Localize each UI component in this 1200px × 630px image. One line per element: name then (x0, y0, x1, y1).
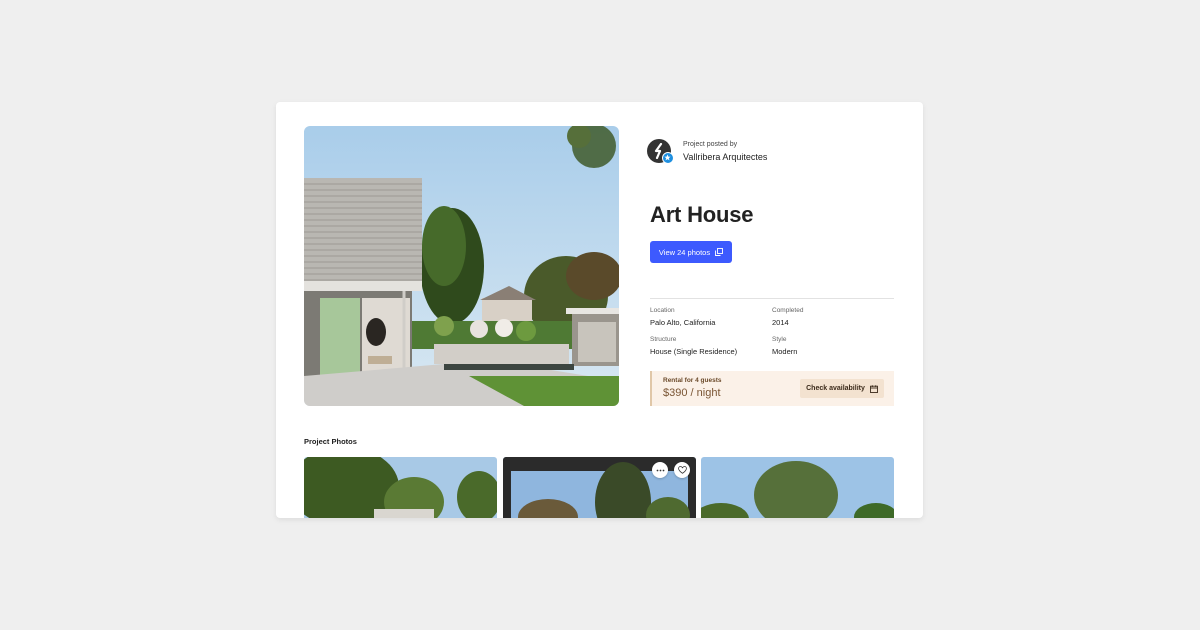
detail-style: Style Modern (772, 336, 797, 356)
price-value: $390 (663, 387, 688, 399)
poster-name[interactable]: Vallribera Arquitectes (683, 152, 767, 162)
detail-structure: Structure House (Single Residence) (650, 336, 737, 356)
view-photos-label: View 24 photos (658, 247, 711, 257)
heart-icon (677, 466, 687, 474)
check-availability-label: Check availability (806, 385, 865, 392)
price-unit: / night (690, 387, 721, 399)
avatar[interactable] (647, 139, 674, 164)
calendar-icon (869, 384, 878, 393)
detail-value: House (Single Residence) (650, 347, 738, 356)
detail-key: Structure (650, 336, 677, 343)
divider (650, 298, 894, 299)
detail-value: Palo Alto, California (650, 318, 716, 327)
project-card: Project posted by Vallribera Arquitectes… (276, 102, 923, 518)
detail-location: Location Palo Alto, California (650, 307, 715, 327)
save-photo-button[interactable] (674, 462, 690, 478)
rental-price: $390 / night (663, 387, 721, 399)
detail-completed: Completed 2014 (772, 307, 803, 327)
poster[interactable]: Project posted by Vallribera Arquitectes (647, 139, 907, 165)
detail-value: 2014 (772, 318, 789, 327)
rental-label: Rental for 4 guests (663, 377, 722, 384)
view-photos-button[interactable]: View 24 photos (650, 241, 732, 263)
project-title: Art House (650, 202, 754, 227)
poster-label: Project posted by (683, 141, 738, 148)
hero-photo[interactable] (304, 126, 619, 406)
project-photos-title: Project Photos (304, 437, 357, 446)
rental-box: Rental for 4 guests $390 / night Check a… (650, 371, 894, 406)
gallery-icon (715, 248, 724, 256)
detail-key: Completed (772, 307, 804, 314)
photo-thumbnail[interactable] (503, 457, 696, 518)
photo-thumbnail[interactable] (304, 457, 497, 518)
more-options-button[interactable] (652, 462, 668, 478)
detail-key: Style (772, 336, 787, 343)
detail-key: Location (650, 307, 675, 314)
check-availability-button[interactable]: Check availability (800, 379, 884, 398)
more-dots-icon (656, 469, 664, 471)
photo-thumbnail[interactable] (701, 457, 894, 518)
verified-star-icon (662, 152, 674, 164)
detail-value: Modern (772, 347, 798, 356)
